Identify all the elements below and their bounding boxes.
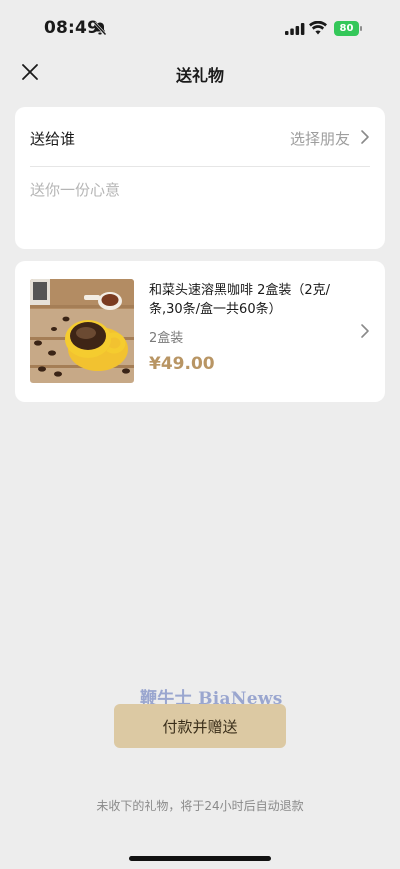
home-indicator[interactable] [129,856,271,861]
battery-level: 80 [339,23,354,34]
bell-muted-icon [93,21,107,36]
product-image [30,279,134,383]
wifi-icon [309,21,327,35]
nav-bar: 送礼物 [0,52,400,92]
chevron-right-icon [361,130,369,144]
signal-icon [285,23,305,35]
battery-icon: 80 [334,21,362,36]
product-card[interactable]: 和菜头速溶黑咖啡 2盒装（2克/条,30条/盒一共60条） 2盒装 ¥49.00 [15,261,385,402]
status-bar: 08:49 80 [0,0,400,58]
divider [30,166,370,167]
product-price: ¥49.00 [149,354,215,374]
gift-message-input[interactable] [30,179,370,219]
chevron-right-icon [361,324,369,338]
product-title: 和菜头速溶黑咖啡 2盒装（2克/条,30条/盒一共60条） [149,283,331,317]
refund-note: 未收下的礼物，将于24小时后自动退款 [96,799,304,813]
select-friend-row[interactable]: 送给谁 选择朋友 [15,107,385,167]
status-time: 08:49 [44,18,100,38]
recipient-card: 送给谁 选择朋友 [15,107,385,249]
page-title: 送礼物 [175,66,224,85]
recipient-label: 送给谁 [30,130,76,148]
product-spec: 2盒装 [149,331,184,346]
pay-and-gift-button[interactable]: 付款并赠送 [114,704,286,748]
select-friend-link[interactable]: 选择朋友 [290,128,350,149]
